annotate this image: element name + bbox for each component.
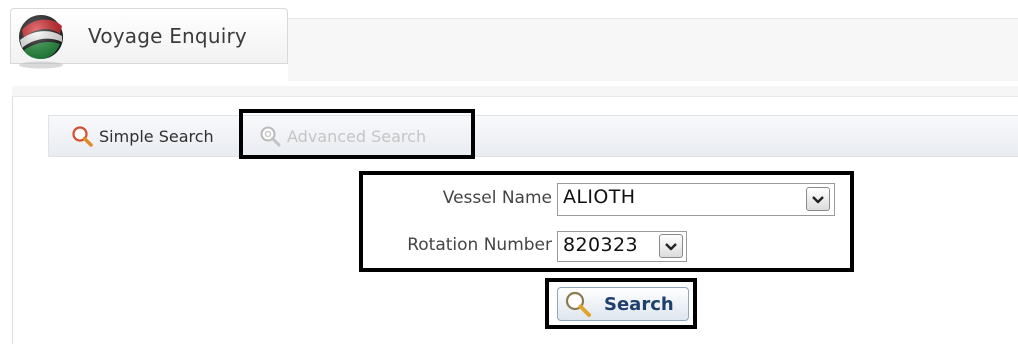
simple-search-button[interactable]: Simple Search bbox=[71, 116, 214, 156]
simple-search-label: Simple Search bbox=[99, 126, 214, 146]
page-title: Voyage Enquiry bbox=[88, 24, 247, 48]
highlight-frame bbox=[359, 171, 854, 272]
search-mode-toolbar: Simple Search Advanced Search bbox=[48, 115, 1018, 157]
highlight-frame bbox=[239, 109, 475, 159]
globe-logo-icon bbox=[19, 15, 63, 69]
header-strip bbox=[288, 18, 1018, 81]
page: Voyage Enquiry Simple Search Advanced Se… bbox=[0, 0, 1018, 344]
highlight-frame bbox=[545, 278, 697, 329]
magnifier-icon bbox=[72, 126, 93, 147]
